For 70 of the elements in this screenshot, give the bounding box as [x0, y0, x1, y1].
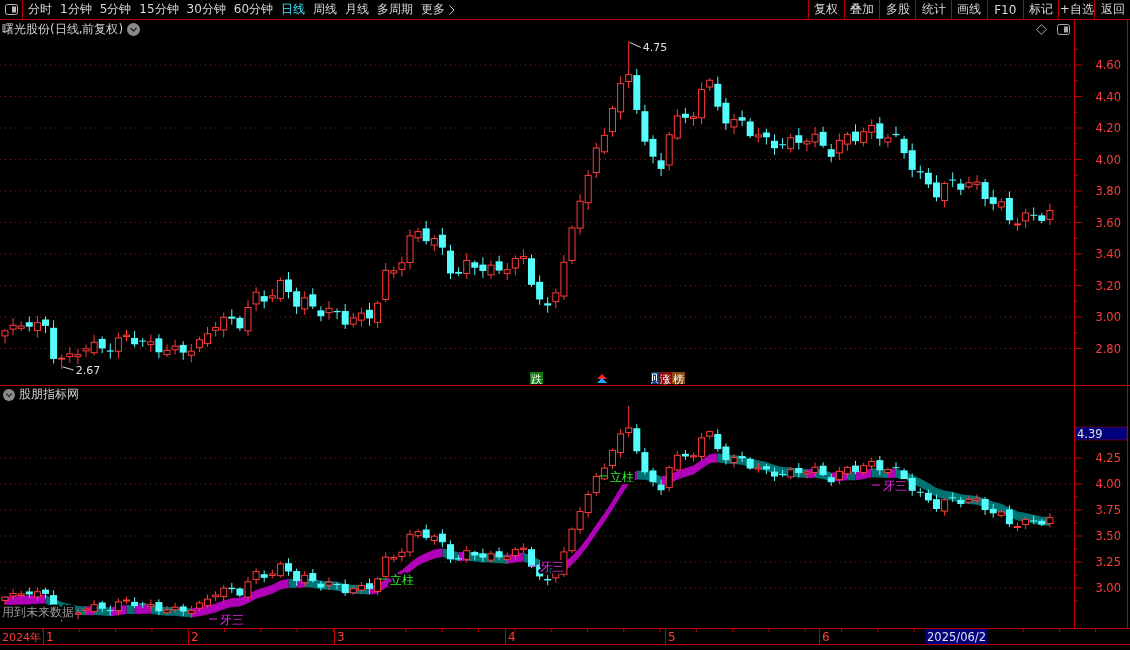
leader-line [598, 475, 608, 477]
signal-tag[interactable]: 涨 [659, 372, 672, 385]
current-value-label: 4.39 [1074, 426, 1128, 441]
period-tab[interactable]: 多周期 [377, 0, 414, 19]
period-tab[interactable]: 日线 [281, 0, 306, 19]
partial-tag-icon[interactable] [651, 372, 659, 384]
period-tab[interactable]: 60分钟 [233, 0, 274, 19]
axis-label: 4.60 [1095, 58, 1121, 72]
axis-label: 3.80 [1095, 184, 1121, 198]
toolbar-button[interactable]: +自选 [1058, 0, 1095, 19]
toolbar-button[interactable]: 标记 [1022, 0, 1059, 19]
panel-icon [4, 4, 18, 15]
axis-label: 3.00 [1095, 581, 1121, 595]
axis-label: 4.40 [1095, 89, 1121, 104]
toolbar-button[interactable]: 复权 [807, 0, 844, 19]
axis-label: 3.20 [1095, 278, 1121, 293]
panel-icon[interactable] [1057, 23, 1070, 35]
month-label: 4 [508, 630, 516, 644]
signal-tag[interactable]: 跌 [530, 372, 543, 385]
double-up-arrow-icon[interactable] [597, 374, 607, 383]
year-label: 2024年 [2, 631, 41, 644]
month-label: 2 [191, 630, 199, 644]
month-label: 3 [337, 630, 345, 644]
indicator-title: 股朋指标网 [19, 386, 79, 403]
axis-label: 3.60 [1095, 215, 1121, 230]
high-price-label: 4.75 [642, 41, 668, 55]
pattern-label: 牙三 [540, 560, 564, 574]
diamond-icon[interactable] [1036, 23, 1047, 35]
period-tab[interactable]: 15分钟 [139, 0, 179, 19]
signal-tag[interactable]: 榜 [672, 372, 685, 385]
toolbar-button[interactable]: F10 [986, 0, 1023, 19]
leader-line [871, 484, 881, 486]
leader-line [629, 41, 642, 48]
axis-label: 4.25 [1095, 451, 1121, 465]
chevron-right-icon [449, 4, 456, 15]
period-tab[interactable]: 周线 [313, 0, 338, 19]
stock-title: 曙光股份(日线,前复权) [2, 20, 124, 38]
period-tab[interactable]: 1分钟 [60, 0, 92, 19]
axis-label: 3.50 [1095, 529, 1121, 543]
leader-line [208, 618, 218, 620]
leader-line [378, 578, 388, 580]
leader-line [62, 366, 75, 371]
chevron-down-icon[interactable] [127, 22, 141, 36]
toolbar-button[interactable]: 画线 [951, 0, 987, 19]
axis-label: 3.75 [1095, 503, 1121, 517]
cursor-date-label: 2025/06/2 [925, 629, 987, 644]
month-label: 5 [668, 630, 676, 644]
axis-label: 2.80 [1095, 341, 1121, 356]
month-label: 1 [46, 630, 54, 644]
period-tab[interactable]: 月线 [345, 0, 370, 19]
axis-label: 3.00 [1095, 310, 1121, 324]
pattern-label: 牙三 [220, 613, 244, 627]
period-tab[interactable]: 分时 [28, 0, 52, 19]
axis-label: 4.00 [1095, 152, 1121, 167]
more-button[interactable]: 更多 [421, 0, 456, 19]
pattern-label: 牙三 [883, 479, 907, 493]
axis-label: 3.25 [1095, 555, 1121, 569]
low-price-label: 2.67 [75, 364, 101, 377]
chevron-down-icon[interactable] [3, 388, 15, 401]
toolbar-button[interactable]: 多股 [879, 0, 916, 19]
toolbar-button[interactable]: 返回 [1094, 0, 1130, 19]
axis-label: 3.40 [1095, 247, 1121, 261]
leader-line [528, 565, 538, 567]
period-tab[interactable]: 30分钟 [186, 0, 226, 19]
axis-label: 4.20 [1095, 121, 1121, 135]
period-tab[interactable]: 5分钟 [99, 0, 132, 19]
month-label: 6 [822, 630, 830, 644]
toolbar-button[interactable]: 统计 [915, 0, 951, 19]
toolbar-button[interactable]: 叠加 [843, 0, 880, 19]
axis-label: 4.00 [1095, 477, 1121, 491]
